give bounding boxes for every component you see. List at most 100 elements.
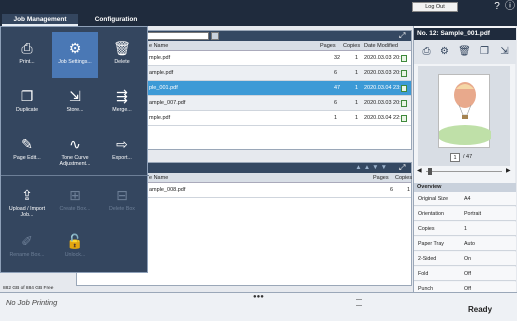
file-name: ple_001.pdf	[149, 85, 178, 91]
page-thumbnail	[437, 74, 493, 148]
overview-value: Auto	[464, 241, 475, 247]
menu-item-create-box: ⊞ Create Box...	[52, 179, 98, 225]
balloon-image	[437, 82, 493, 145]
menu-item-print[interactable]: ⎙ Print...	[4, 32, 50, 78]
menu-item-label: Job Settings...	[58, 59, 92, 65]
menu-item-upload[interactable]: ⇪ Upload / Import Job...	[4, 179, 50, 225]
overview-row: Paper Tray Auto	[414, 237, 516, 251]
printer-state: Ready	[468, 305, 493, 314]
page-control: 1 / 47	[414, 152, 516, 164]
menu-item-merge[interactable]: ⇶ Merge...	[99, 80, 145, 126]
page-slider[interactable]: ◀ ▶	[414, 167, 516, 175]
overview-key: Fold	[418, 271, 429, 277]
document-icon	[401, 55, 407, 62]
header-copies[interactable]: Copies	[395, 173, 412, 183]
duplicate-icon[interactable]: ❐	[478, 45, 491, 58]
page-preview[interactable]	[418, 66, 510, 166]
search-input[interactable]	[141, 32, 209, 40]
reorder-arrows-icon[interactable]: ▲▲▼▼	[355, 164, 389, 172]
chevron-left-icon[interactable]: ◀	[417, 167, 422, 174]
settings-icon[interactable]: ⚙	[438, 45, 451, 58]
menu-item-page-edit[interactable]: ✎ Page Edit...	[4, 128, 50, 174]
copies-value: 1	[355, 70, 359, 76]
document-icon	[401, 100, 407, 107]
header-name[interactable]: e Name	[149, 41, 168, 51]
overview-title: Overview	[414, 183, 516, 192]
menu-item-trash[interactable]: 🗑 Delete	[99, 32, 145, 78]
menu-item-delete-box: ⊟ Delete Box	[99, 179, 145, 225]
preview-panel: No. 12: Sample_001.pdf ⎙ ⚙ 🗑 ❐ ⇲ 1 / 47	[413, 26, 516, 296]
menu-item-store[interactable]: ⇲ Store...	[52, 80, 98, 126]
copies-value: 1	[407, 187, 411, 193]
info-icon[interactable]: ⓘ	[504, 1, 516, 13]
slider-handle[interactable]	[428, 168, 432, 175]
overview-key: Paper Tray	[418, 241, 444, 247]
menu-divider	[1, 175, 149, 176]
search-options-button[interactable]	[211, 32, 219, 40]
page-number-input[interactable]: 1	[450, 153, 460, 162]
overview-value: Portrait	[464, 211, 482, 217]
menu-item-export[interactable]: ⇨ Export...	[99, 128, 145, 174]
menu-item-tone-curve[interactable]: ∿ Tone Curve Adjustment...	[52, 128, 98, 174]
help-icon[interactable]: ?	[491, 1, 503, 13]
overview-value: Off	[464, 271, 471, 277]
file-name: mple.pdf	[149, 115, 171, 121]
page-edit-icon: ✎	[21, 136, 33, 152]
pages-value: 47	[334, 85, 341, 91]
menu-item-label: Delete Box	[109, 206, 135, 212]
overview-key: Copies	[418, 226, 435, 232]
header-copies[interactable]: Copies	[343, 41, 360, 51]
overview-row: 2-Sided On	[414, 252, 516, 266]
overview-key: 2-Sided	[418, 256, 437, 262]
menu-item-label: Page Edit...	[13, 155, 41, 161]
overview-row: Original Size A4	[414, 192, 516, 206]
menu-item-job-settings[interactable]: ⚙ Job Settings...	[52, 32, 98, 78]
delete-box-icon: ⊟	[116, 187, 128, 203]
create-box-icon: ⊞	[69, 187, 81, 203]
rename-box-icon: ✐	[21, 233, 33, 249]
menu-item-label: Print...	[19, 59, 35, 65]
header-pages[interactable]: Pages	[320, 41, 336, 51]
header-pages[interactable]: Pages	[373, 173, 389, 183]
menu-item-unlock: 🔓 Unlock...	[52, 225, 98, 271]
expand-icon[interactable]: ⤢	[399, 164, 407, 172]
copies-value: 1	[355, 55, 359, 61]
page-total: / 47	[463, 154, 473, 160]
store-icon: ⇲	[69, 88, 81, 104]
job-management-menu: ⎙ Print... ⚙ Job Settings... 🗑 Delete ❐ Duplica…	[0, 26, 149, 273]
duplicate-icon: ❐	[20, 88, 34, 104]
store-icon[interactable]: ⇲	[498, 45, 511, 58]
chevron-right-icon[interactable]: ▶	[506, 167, 511, 174]
file-name: ample.pdf	[149, 70, 174, 76]
top-bar: Job Management Configuration Log Out ? ⓘ	[0, 0, 517, 26]
overview-value: 1	[464, 226, 467, 232]
expand-icon[interactable]: ⤢	[399, 32, 407, 40]
job-settings-icon: ⚙	[68, 40, 82, 56]
menu-item-label: Unlock...	[64, 252, 86, 258]
trash-icon[interactable]: 🗑	[458, 45, 471, 58]
header-date[interactable]: Date Modified	[364, 41, 398, 51]
tab-job-management[interactable]: Job Management	[2, 14, 78, 26]
document-icon	[401, 115, 407, 122]
handle-icon[interactable]: ●●●	[253, 294, 264, 300]
menu-item-duplicate[interactable]: ❐ Duplicate	[4, 80, 50, 126]
document-icon	[401, 85, 407, 92]
tab-configuration[interactable]: Configuration	[86, 14, 146, 26]
menu-item-label: Delete	[114, 59, 130, 65]
header-name[interactable]: e Name	[149, 173, 168, 183]
menu-item-label: Create Box...	[59, 206, 91, 212]
pages-value: 6	[390, 187, 394, 193]
upload-icon: ⇪	[21, 187, 33, 203]
trash-icon: 🗑	[113, 40, 131, 56]
overview-key: Original Size	[418, 196, 449, 202]
overview-row: Copies 1	[414, 222, 516, 236]
overview-value: A4	[464, 196, 471, 202]
export-icon: ⇨	[116, 136, 128, 152]
logout-button[interactable]: Log Out	[412, 2, 458, 12]
overview-value: On	[464, 256, 472, 262]
preview-toolbar: ⎙ ⚙ 🗑 ❐ ⇲	[414, 40, 516, 64]
menu-item-label: Upload / Import Job...	[8, 206, 46, 218]
divider-dashes: — —	[356, 297, 362, 309]
menu-item-label: Export...	[112, 155, 132, 161]
print-icon[interactable]: ⎙	[420, 45, 433, 58]
